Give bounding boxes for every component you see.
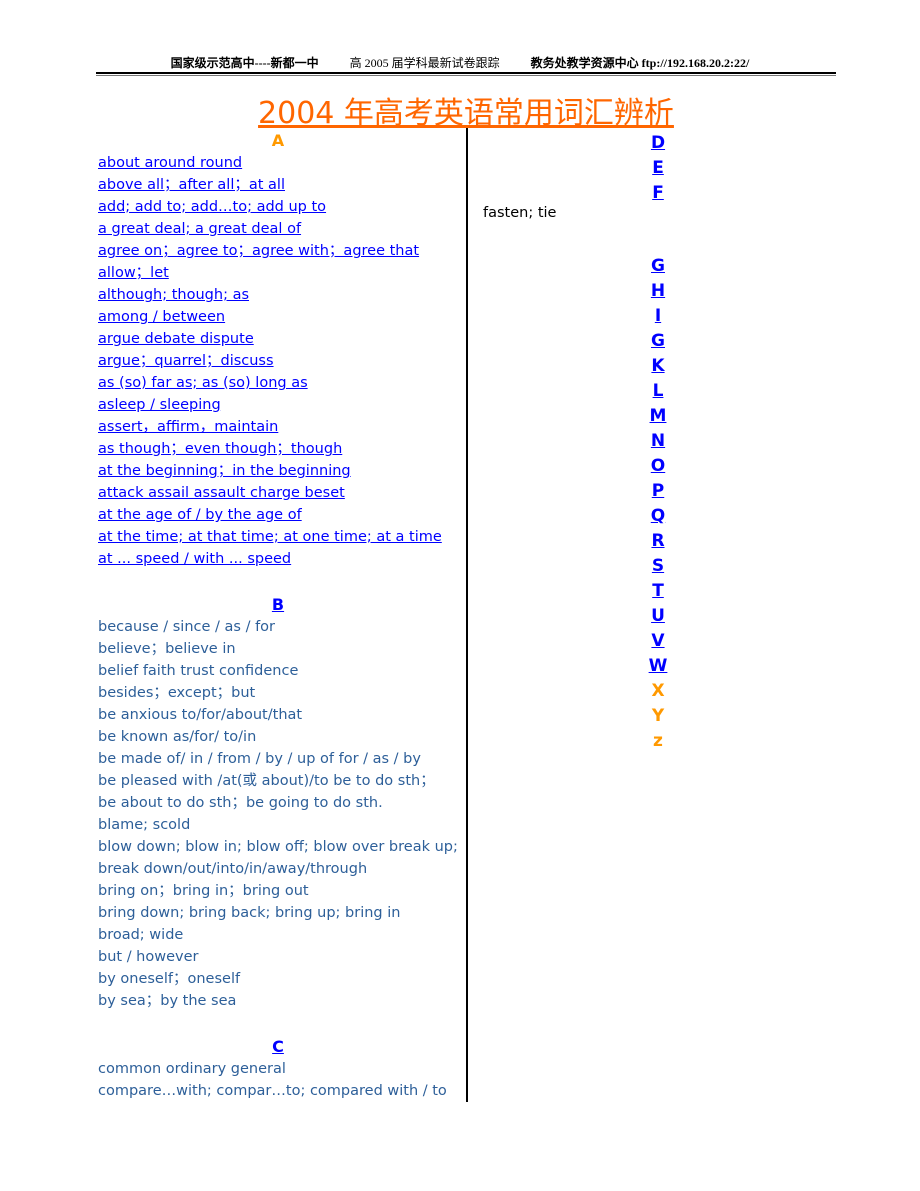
- phrase-item: be known as/for/ to/in: [98, 729, 257, 745]
- phrase-link[interactable]: assert，affirm，maintain: [98, 416, 458, 438]
- phrase-item: blame; scold: [98, 817, 191, 833]
- phrase-link[interactable]: allow；let: [98, 262, 458, 284]
- page-title: 2004 年高考英语常用词汇辨析: [258, 96, 674, 131]
- phrase-item: be pleased with /at(或 about)/to be to do…: [98, 773, 435, 789]
- letter-index-link[interactable]: D: [640, 131, 676, 156]
- phrase-item: by sea；by the sea: [98, 993, 237, 1009]
- section-c-list: common ordinary general compare…with; com…: [98, 1058, 458, 1102]
- phrase-item: but / however: [98, 949, 199, 965]
- letter-index-label: z: [653, 731, 663, 751]
- letter-index-link[interactable]: G: [640, 329, 676, 354]
- letter-index-link[interactable]: K: [640, 354, 676, 379]
- section-heading-a: A: [271, 131, 285, 150]
- phrase-item: compare…with; compar…to; compared with /…: [98, 1083, 447, 1099]
- phrase-link[interactable]: add; add to; add…to; add up to: [98, 196, 458, 218]
- phrase-item: common ordinary general: [98, 1061, 286, 1077]
- header-rule-thin: [96, 75, 836, 76]
- letter-index-link[interactable]: E: [640, 156, 676, 181]
- phrase-item: be anxious to/for/about/that: [98, 707, 303, 723]
- letter-index-link[interactable]: P: [640, 479, 676, 504]
- letter-index-link[interactable]: S: [640, 554, 676, 579]
- letter-index-link[interactable]: T: [640, 579, 676, 604]
- phrase-item: blow down; blow in; blow off; blow over …: [98, 839, 458, 855]
- letter-index-link[interactable]: L: [640, 379, 676, 404]
- phrase-item: believe；believe in: [98, 641, 236, 657]
- phrase-link[interactable]: at the beginning；in the beginning: [98, 460, 458, 482]
- phrase-item: by oneself；oneself: [98, 971, 241, 987]
- section-b-list: because / since / as / for believe；believ…: [98, 616, 458, 1012]
- phrase-link[interactable]: at ... speed / with ... speed: [98, 548, 458, 570]
- f-item: fasten; tie: [483, 205, 557, 221]
- header-rule: [96, 72, 836, 74]
- phrase-link[interactable]: at the age of / by the age of: [98, 504, 458, 526]
- letter-index-link[interactable]: R: [640, 529, 676, 554]
- phrase-item: belief faith trust confidence: [98, 663, 299, 679]
- phrase-link[interactable]: above all；after all；at all: [98, 174, 458, 196]
- letter-index-link[interactable]: N: [640, 429, 676, 454]
- letter-index-link[interactable]: U: [640, 604, 676, 629]
- letter-index-link[interactable]: O: [640, 454, 676, 479]
- phrase-link[interactable]: among / between: [98, 306, 458, 328]
- phrase-link[interactable]: attack assail assault charge beset: [98, 482, 458, 504]
- phrase-item: break down/out/into/in/away/through: [98, 861, 368, 877]
- section-heading-b[interactable]: B: [98, 594, 458, 616]
- phrase-link[interactable]: asleep / sleeping: [98, 394, 458, 416]
- letter-index-label: Y: [651, 706, 665, 726]
- section-heading-c[interactable]: C: [98, 1036, 458, 1058]
- letter-index-link[interactable]: F: [640, 181, 676, 206]
- phrase-link[interactable]: argue debate dispute: [98, 328, 458, 350]
- phrase-item: be made of/ in / from / by / up of for /…: [98, 751, 421, 767]
- phrase-item: besides；except；but: [98, 685, 256, 701]
- phrase-item: broad; wide: [98, 927, 184, 943]
- phrase-item: be about to do sth；be going to do sth.: [98, 795, 383, 811]
- phrase-link[interactable]: as though；even though；though: [98, 438, 458, 460]
- phrase-item: bring down; bring back; bring up; bring …: [98, 905, 401, 921]
- letter-index-label: X: [651, 681, 665, 701]
- phrase-item: because / since / as / for: [98, 619, 276, 635]
- phrase-link[interactable]: agree on；agree to；agree with；agree that: [98, 240, 458, 262]
- header-subject: 高 2005 届学科最新试卷跟踪: [349, 56, 500, 70]
- letter-index-link[interactable]: I: [640, 304, 676, 329]
- letter-index-link[interactable]: W: [640, 654, 676, 679]
- header-school: 国家级示范高中----新都一中: [170, 56, 319, 70]
- letter-index-link[interactable]: V: [640, 629, 676, 654]
- letter-index-link[interactable]: Q: [640, 504, 676, 529]
- phrase-link[interactable]: argue；quarrel；discuss: [98, 350, 458, 372]
- phrase-link[interactable]: although; though; as: [98, 284, 458, 306]
- letter-index-link[interactable]: M: [640, 404, 676, 429]
- phrase-link[interactable]: as (so) far as; as (so) long as: [98, 372, 458, 394]
- section-a-list: about around round above all；after all；at…: [98, 152, 458, 570]
- phrase-item: bring on；bring in；bring out: [98, 883, 309, 899]
- phrase-link[interactable]: about around round: [98, 152, 458, 174]
- alphabet-index: DEF GHIGKLMNOPQRSTUVW XYz: [640, 131, 676, 754]
- phrase-link[interactable]: a great deal; a great deal of: [98, 218, 458, 240]
- header-resource-center: 教务处教学资源中心 ftp://192.168.20.2:22/: [530, 56, 750, 70]
- letter-index-link[interactable]: G: [640, 254, 676, 279]
- column-divider: [466, 128, 468, 1102]
- phrase-link[interactable]: at the time; at that time; at one time; …: [98, 526, 458, 548]
- letter-index-link[interactable]: H: [640, 279, 676, 304]
- page-header: 国家级示范高中----新都一中 高 2005 届学科最新试卷跟踪 教务处教学资源…: [0, 54, 920, 71]
- left-column: A about around round above all；after all；…: [98, 130, 458, 1102]
